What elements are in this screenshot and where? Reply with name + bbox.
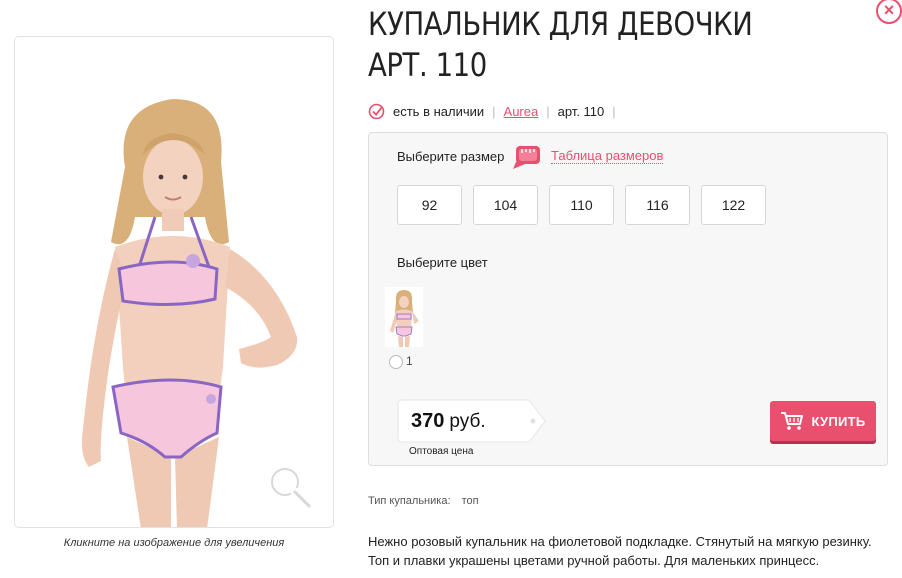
- size-option[interactable]: 92: [397, 185, 462, 225]
- separator: |: [492, 104, 496, 119]
- brand-link[interactable]: Aurea: [504, 104, 539, 119]
- page-title: КУПАЛЬНИК ДЛЯ ДЕВОЧКИ АРТ. 110: [368, 5, 753, 84]
- price-amount: 370: [411, 410, 445, 432]
- color-swatch-thumbnail[interactable]: [385, 287, 423, 347]
- color-number: 1: [406, 354, 413, 368]
- product-meta: есть в наличии | Aurea | арт. 110 |: [368, 103, 624, 120]
- cart-icon: [781, 412, 804, 430]
- size-option[interactable]: 116: [625, 185, 690, 225]
- price-note: Оптовая цена: [409, 446, 474, 457]
- close-button[interactable]: ×: [876, 0, 902, 24]
- image-caption: Кликните на изображение для увеличения: [63, 537, 285, 549]
- options-panel: Выберите размер Таблица размеров 92 104 …: [368, 132, 888, 466]
- size-options: 92 104 110 116 122: [397, 185, 766, 225]
- attribute-label: Тип купальника:: [368, 495, 451, 507]
- availability-text: есть в наличии: [393, 104, 485, 119]
- separator: |: [612, 104, 616, 119]
- size-table-link[interactable]: Таблица размеров: [513, 142, 664, 170]
- price-tag: 370 руб.: [397, 399, 547, 443]
- price-currency: руб.: [449, 411, 486, 432]
- magnifier-icon[interactable]: [265, 462, 315, 512]
- check-circle-icon: [368, 103, 385, 120]
- product-image[interactable]: [14, 36, 334, 528]
- product-photo: [15, 37, 333, 527]
- article-number: арт. 110: [557, 104, 605, 119]
- color-label: Выберите цвет: [397, 255, 488, 270]
- size-option[interactable]: 110: [549, 185, 614, 225]
- buy-button-label: КУПИТЬ: [811, 413, 866, 429]
- measuring-tape-icon: [513, 146, 540, 169]
- attribute-row: Тип купальника: топ: [368, 495, 479, 507]
- size-label: Выберите размер: [397, 149, 505, 164]
- separator: |: [546, 104, 550, 119]
- color-radio[interactable]: [389, 355, 403, 369]
- attribute-value: топ: [461, 495, 479, 507]
- size-table-label[interactable]: Таблица размеров: [551, 148, 664, 164]
- buy-button[interactable]: КУПИТЬ: [770, 401, 876, 441]
- size-option[interactable]: 104: [473, 185, 538, 225]
- size-option[interactable]: 122: [701, 185, 766, 225]
- price-value: 370 руб.: [411, 410, 486, 433]
- product-description: Нежно розовый купальник на фиолетовой по…: [368, 534, 872, 568]
- close-icon: ×: [883, 0, 895, 20]
